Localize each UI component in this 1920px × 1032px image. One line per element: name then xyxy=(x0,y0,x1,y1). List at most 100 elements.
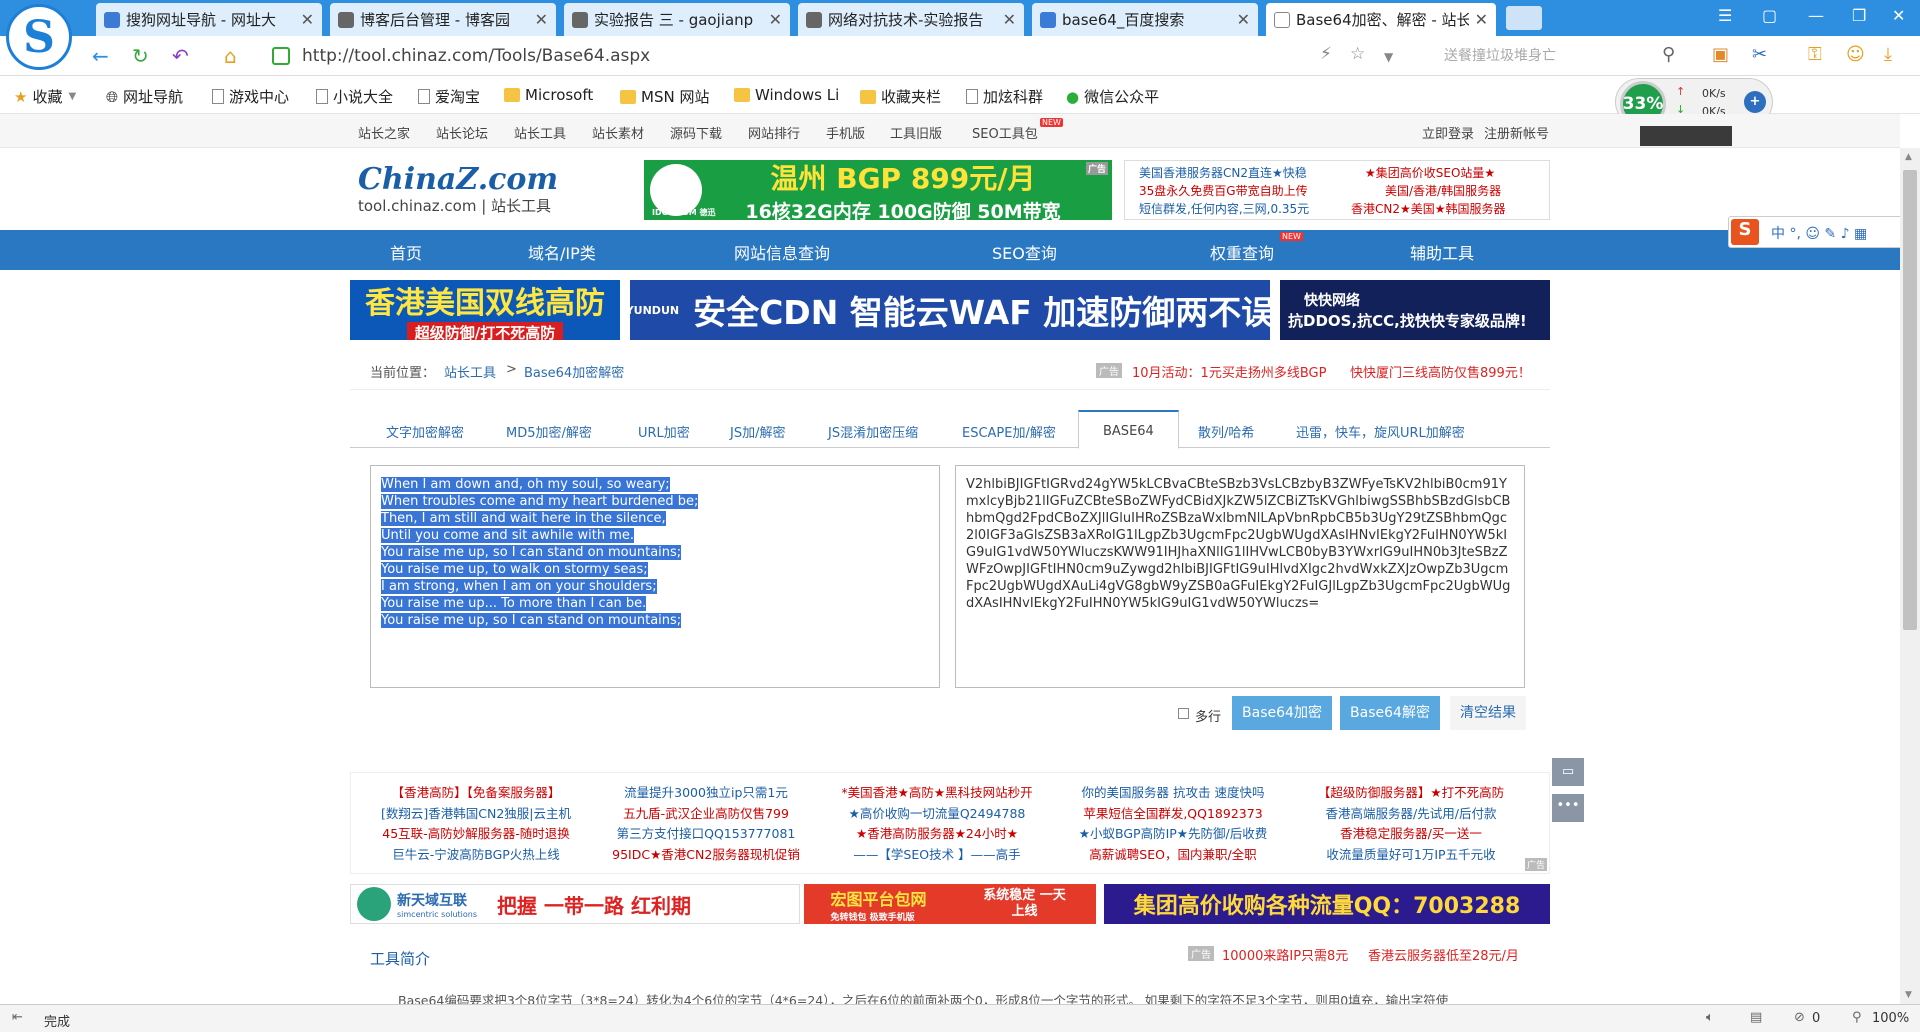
bookmark-item[interactable]: 🌐︎ 网址导航 xyxy=(106,86,183,107)
close-icon[interactable]: ✕ xyxy=(1237,10,1250,29)
scrollbar-thumb[interactable] xyxy=(1903,170,1917,630)
ad-link[interactable]: ★小蚁BGP高防IP★先防御/后收费 xyxy=(1063,824,1283,845)
base64-encode-button[interactable]: Base64加密 xyxy=(1232,696,1332,730)
sidebar-toggle-icon[interactable]: ⇤ xyxy=(12,1010,23,1025)
bookmark-item[interactable]: 加炫科群 xyxy=(966,86,1043,107)
nav-seo[interactable]: SEO查询 xyxy=(992,240,1057,264)
refresh-icon[interactable]: ↻ xyxy=(132,44,149,68)
intro-ad[interactable]: 香港云服务器低至28元/月 xyxy=(1368,945,1519,964)
tab-hash[interactable]: 散列/哈希 xyxy=(1198,422,1254,441)
site-link[interactable]: 工具旧版 xyxy=(890,123,942,142)
tab-escape[interactable]: ESCAPE加/解密 xyxy=(962,422,1056,441)
minimize-icon[interactable]: — xyxy=(1808,6,1824,25)
site-link[interactable]: 网站排行 xyxy=(748,123,800,142)
close-icon[interactable]: ✕ xyxy=(1003,10,1016,29)
bookmark-favorites[interactable]: ★ 收藏 ▼ xyxy=(14,86,76,107)
back-icon[interactable]: ← xyxy=(92,44,109,68)
ad-link[interactable]: 45互联-高防妙解服务器-随时退换 xyxy=(371,824,581,845)
login-link[interactable]: 立即登录 xyxy=(1422,123,1474,142)
ad-link[interactable]: 第三方支付接口QQ153777081 xyxy=(601,824,811,845)
site-link[interactable]: 站长工具 xyxy=(514,123,566,142)
ad-link[interactable]: ——【学SEO技术 】——高手 xyxy=(829,845,1045,866)
search-input[interactable]: 送餐撞垃圾堆身亡 xyxy=(1414,43,1694,69)
tab-js-obfuscate[interactable]: JS混淆加密压缩 xyxy=(828,422,918,441)
browser-tab[interactable]: 搜狗网址导航 - 网址大 ✕ xyxy=(96,3,322,36)
nav-home[interactable]: 首页 xyxy=(390,240,422,264)
volume-icon[interactable]: 🔈︎ xyxy=(1706,1010,1714,1025)
nav-domain-ip[interactable]: 域名/IP类 xyxy=(528,240,596,264)
adblock-icon[interactable]: ⊘ xyxy=(1794,1010,1805,1025)
scroll-up-icon[interactable]: ▲ xyxy=(1905,152,1912,162)
bookmark-item[interactable]: 爱淘宝 xyxy=(418,86,480,107)
ad-link[interactable]: 巨牛云-宁波高防BGP火热上线 xyxy=(371,845,581,866)
ad-link[interactable]: 高薪诚聘SEO，国内兼职/全职 xyxy=(1063,845,1283,866)
browser-tab-active[interactable]: Base64加密、解密 - 站长 ✕ xyxy=(1266,3,1496,36)
url-input[interactable]: http://tool.chinaz.com/Tools/Base64.aspx xyxy=(268,43,1318,69)
scissors-icon[interactable]: ✂ xyxy=(1752,44,1767,65)
nav-site-info[interactable]: 网站信息查询 xyxy=(734,240,830,264)
download-icon[interactable]: ⤓ xyxy=(1884,44,1892,65)
site-brand[interactable]: ChinaZ.com tool.chinaz.com | 站长工具 xyxy=(358,162,558,216)
browser-tab[interactable]: base64_百度搜索 ✕ xyxy=(1032,3,1258,36)
site-link[interactable]: 站长论坛 xyxy=(436,123,488,142)
site-link[interactable]: SEO工具包 xyxy=(972,123,1038,142)
ad-link[interactable]: 【超级防御服务器】★打不死高防 xyxy=(1301,783,1521,804)
site-link[interactable]: 源码下载 xyxy=(670,123,722,142)
banner-ad[interactable]: 香港美国双线高防 超级防御/打不死高防 xyxy=(350,280,620,340)
bookmark-item[interactable]: 小说大全 xyxy=(316,86,393,107)
close-icon[interactable]: ✕ xyxy=(535,10,548,29)
ad-link[interactable]: 香港高端服务器/先试用/后付款 xyxy=(1301,804,1521,825)
tab-text-encrypt[interactable]: 文字加密解密 xyxy=(386,422,464,441)
ad-link[interactable]: 你的美国服务器 抗攻击 速度快吗 xyxy=(1063,783,1283,804)
ad-link[interactable]: ★高价收购一切流量Q2494788 xyxy=(829,804,1045,825)
ad-link[interactable]: 收流量质量好可1万IP五千元收 xyxy=(1301,845,1521,866)
bookmark-item[interactable]: ● 微信公众平 xyxy=(1066,86,1159,107)
bookmark-folder[interactable]: 收藏夹栏 xyxy=(860,86,941,107)
nav-weight[interactable]: 权重查询 xyxy=(1210,240,1274,264)
ad-link[interactable]: ★香港高防服务器★24小时★ xyxy=(829,824,1045,845)
crumb-link[interactable]: 站长工具 xyxy=(444,362,496,381)
bottom-banner-ad[interactable]: 集团高价收购各种流量QQ：7003288 xyxy=(1104,884,1550,924)
new-tab-button[interactable] xyxy=(1506,6,1542,30)
more-icon[interactable]: ••• xyxy=(1552,794,1584,822)
plus-icon[interactable]: + xyxy=(1744,91,1766,113)
ad-link[interactable]: 五九盾-武汉企业高防仅售799 xyxy=(601,804,811,825)
ad-link[interactable]: 苹果短信全国群发,QQ1892373 xyxy=(1063,804,1283,825)
home-icon[interactable]: ⌂ xyxy=(224,44,237,68)
tab-js[interactable]: JS加/解密 xyxy=(730,422,785,441)
scroll-down-icon[interactable]: ▼ xyxy=(1905,990,1912,1000)
tab-url[interactable]: URL加密 xyxy=(638,422,690,441)
zoom-level[interactable]: 100% xyxy=(1872,1011,1909,1026)
text-ad-link[interactable]: 短信群发,任何内容,三网,0.35元 xyxy=(1139,200,1309,217)
browser-tab[interactable]: 实验报告 三 - gaojianp ✕ xyxy=(564,3,790,36)
crumb-ad[interactable]: 快快厦门三线高防仅售899元！ xyxy=(1350,362,1531,381)
register-link[interactable]: 注册新帐号 xyxy=(1484,123,1549,142)
banner-ad[interactable]: 快快网络 抗DDOS,抗CC,找快快专家级品牌! xyxy=(1280,280,1550,340)
lightning-icon[interactable]: ⚡ xyxy=(1320,44,1332,64)
bookmark-folder[interactable]: MSN 网站 xyxy=(620,86,709,107)
vertical-scrollbar[interactable]: ▲ ▼ xyxy=(1900,148,1920,1004)
bookmark-folder[interactable]: Windows Li xyxy=(734,86,839,104)
close-icon[interactable]: ✕ xyxy=(769,10,782,29)
crumb-link[interactable]: Base64加密解密 xyxy=(524,362,624,381)
input-textarea[interactable]: When I am down and, oh my soul, so weary… xyxy=(370,465,940,688)
maximize-icon[interactable]: ❐ xyxy=(1852,6,1866,25)
crumb-ad[interactable]: 10月活动：1元买走扬州多线BGP xyxy=(1132,362,1326,381)
bookmark-folder[interactable]: Microsoft xyxy=(504,86,593,104)
multiline-checkbox[interactable] xyxy=(1178,708,1189,719)
tab-base64[interactable]: BASE64 xyxy=(1078,410,1179,449)
zoom-icon[interactable]: ⚲ xyxy=(1852,1010,1862,1025)
skin-icon[interactable]: ▢ xyxy=(1762,6,1777,25)
ad-link[interactable]: 流量提升3000独立ip只需1元 xyxy=(601,783,811,804)
ime-toolbar[interactable]: S 中 °, ☺ ✎ ♪ ▦ xyxy=(1728,216,1906,248)
close-icon[interactable]: ✕ xyxy=(1475,10,1488,29)
bookmark-item[interactable]: 游戏中心 xyxy=(212,86,289,107)
bottom-banner-ad[interactable]: 宏图平台包网 免转钱包 极致手机版 系统稳定 一天上线 xyxy=(804,884,1096,924)
search-icon[interactable]: ⚲ xyxy=(1662,44,1675,65)
nav-tools[interactable]: 辅助工具 xyxy=(1410,240,1474,264)
site-link[interactable]: 站长之家 xyxy=(358,123,410,142)
menu-icon[interactable]: ☰ xyxy=(1718,6,1732,25)
browser-tab[interactable]: 博客后台管理 - 博客园 ✕ xyxy=(330,3,556,36)
undo-icon[interactable]: ↶ xyxy=(172,44,189,68)
banner-ad[interactable]: YUNDUN 安全CDN 智能云WAF 加速防御两不误 xyxy=(630,280,1270,340)
